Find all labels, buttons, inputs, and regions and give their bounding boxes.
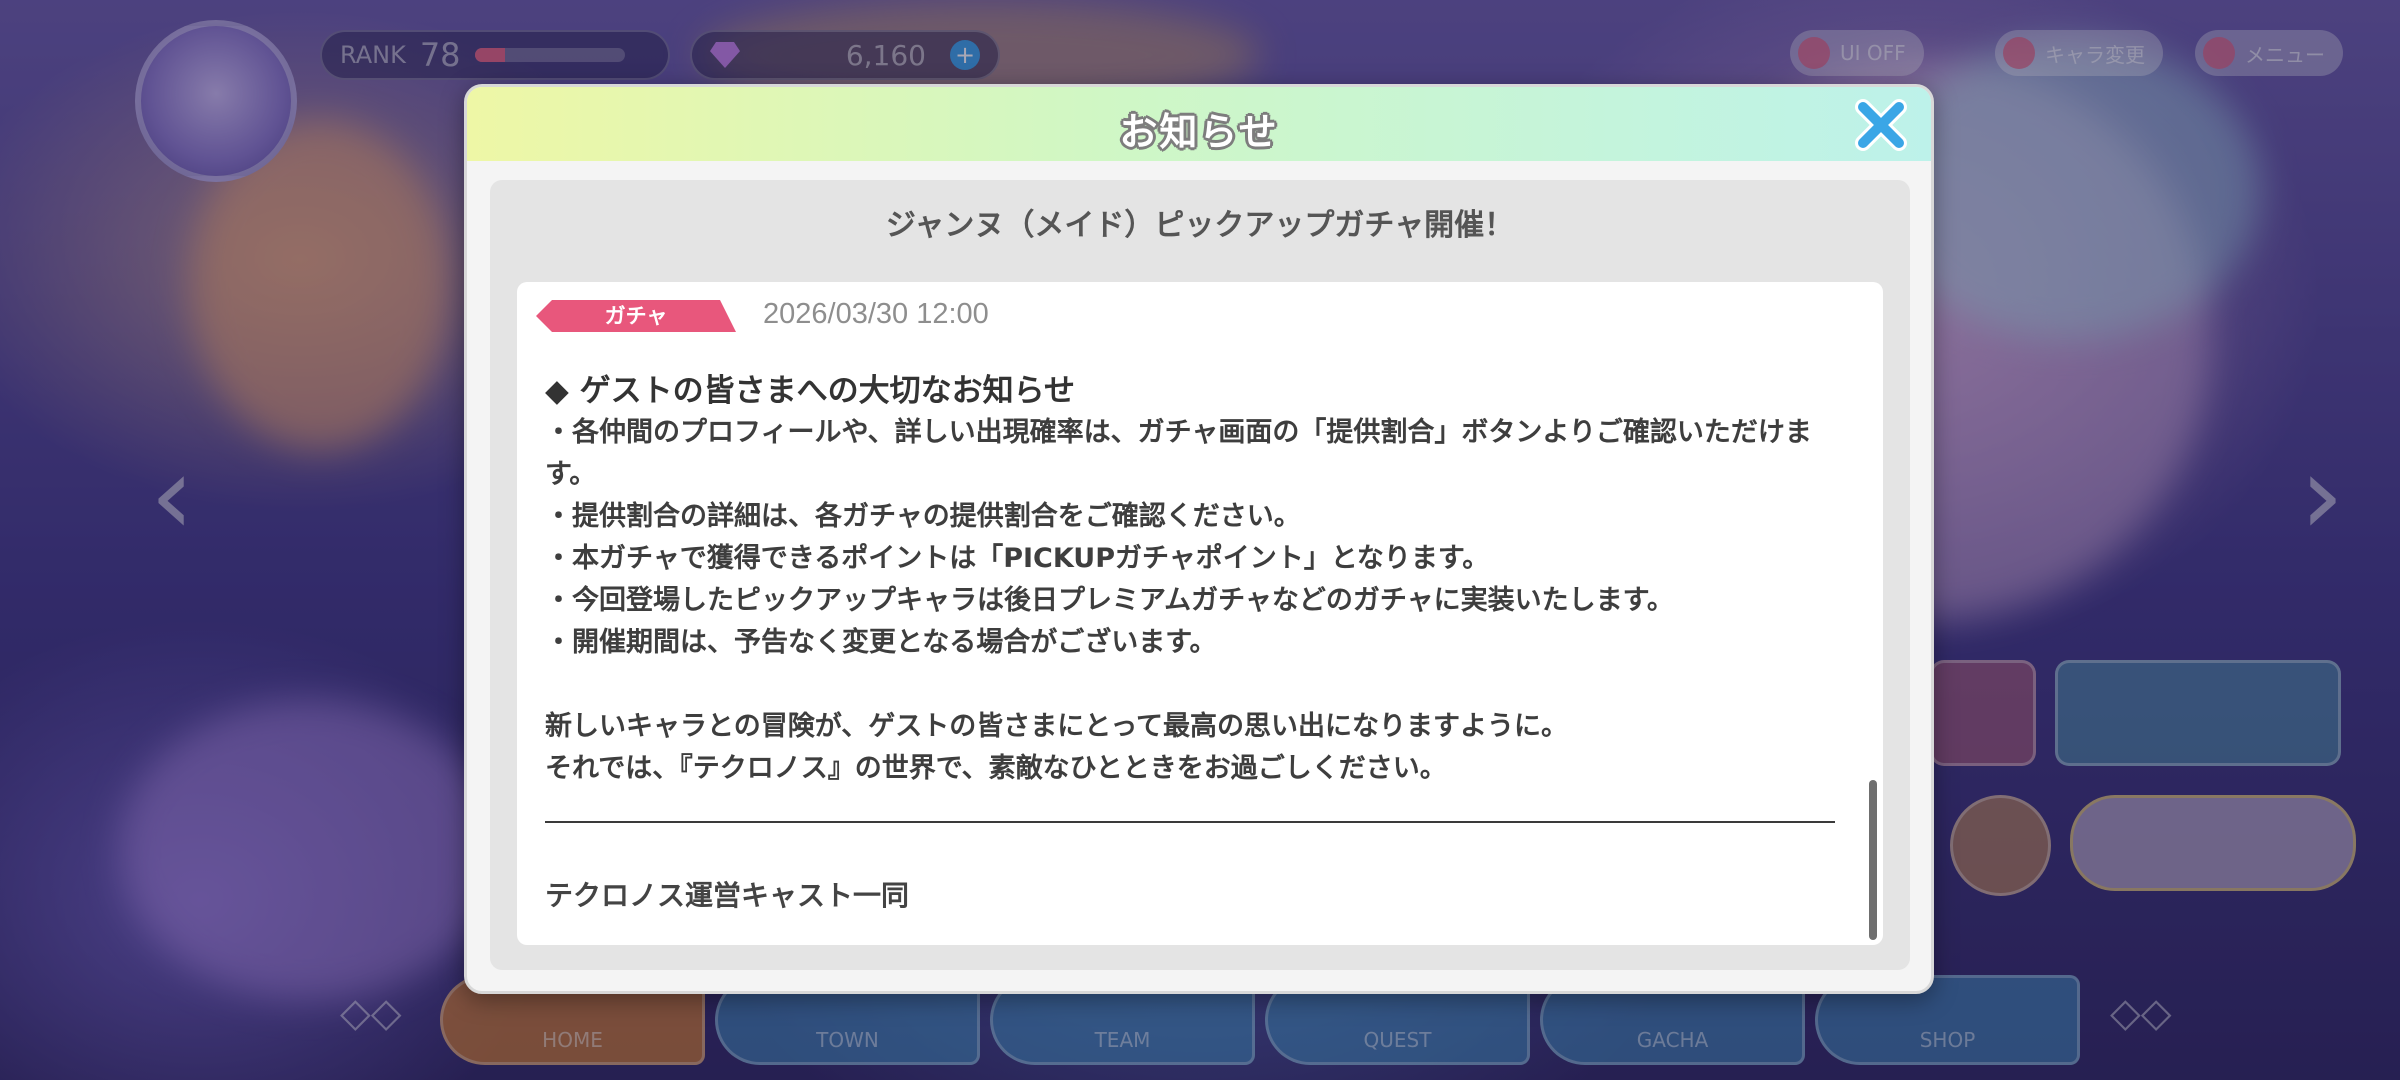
notice-panel: ジャンヌ（メイド）ピックアップガチャ開催！ ガチャ 2026/03/30 12:…: [490, 180, 1910, 970]
category-tag: ガチャ: [536, 300, 736, 332]
signature: テクロノス運営キャスト一同: [545, 879, 910, 912]
notice-body: ◆ ゲストの皆さまへの大切なお知らせ ・各仲間のプロフィールや、詳しい出現確率は…: [545, 370, 1845, 790]
divider: [545, 821, 1835, 823]
closing-line: それでは、『テクロノス』の世界で、素敵なひとときをお過ごしください。: [545, 753, 1447, 784]
notice-line: ・本ガチャで獲得できるポイントは「PICKUPガチャポイント」となります。: [545, 543, 1490, 574]
notice-line: ・各仲間のプロフィールや、詳しい出現確率は、ガチャ画面の「提供割合」ボタンよりご…: [545, 417, 1812, 490]
notice-card[interactable]: ガチャ 2026/03/30 12:00 ◆ ゲストの皆さまへの大切なお知らせ …: [517, 282, 1883, 945]
modal-header: お知らせ: [467, 87, 1931, 161]
notice-line: ・今回登場したピックアップキャラは後日プレミアムガチャなどのガチャに実装いたしま…: [545, 585, 1674, 616]
notice-line: ・開催期間は、予告なく変更となる場合がございます。: [545, 627, 1217, 658]
closing-line: 新しいキャラとの冒険が、ゲストの皆さまにとって最高の思い出になりますように。: [545, 711, 1569, 742]
modal-title: お知らせ: [1119, 110, 1279, 154]
notice-line: ・提供割合の詳細は、各ガチャの提供割合をご確認ください。: [545, 501, 1301, 532]
scrollbar[interactable]: [1869, 780, 1877, 940]
close-button[interactable]: [1853, 97, 1909, 153]
notice-heading: ジャンヌ（メイド）ピックアップガチャ開催！: [885, 208, 1515, 243]
notice-modal: お知らせ ジャンヌ（メイド）ピックアップガチャ開催！ ガチャ 2026/03/3…: [464, 84, 1934, 994]
close-x-icon: [1855, 99, 1907, 151]
section-title: ◆ ゲストの皆さまへの大切なお知らせ: [545, 373, 1076, 409]
notice-date: 2026/03/30 12:00: [763, 298, 989, 330]
